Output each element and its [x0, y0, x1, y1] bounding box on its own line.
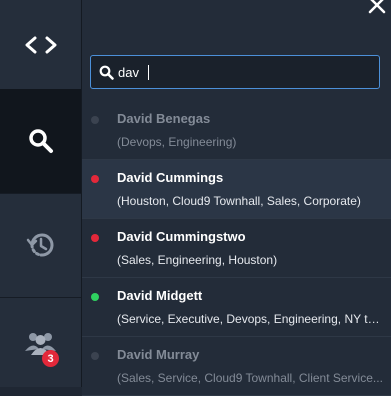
list-item[interactable]: David Midgett (Service, Executive, Devop…	[82, 278, 391, 337]
sidebar-item-people[interactable]: 3	[0, 297, 81, 387]
code-brackets-icon	[25, 36, 56, 53]
list-item[interactable]: David Murray (Sales, Service, Cloud9 Tow…	[82, 337, 391, 396]
search-input[interactable]: dav	[90, 55, 380, 89]
search-icon	[28, 129, 53, 153]
list-item[interactable]: David Cummingstwo (Sales, Engineering, H…	[82, 219, 391, 278]
history-icon	[26, 233, 53, 257]
contact-groups: (Sales, Engineering, Houston)	[117, 253, 278, 267]
contact-name: David Murray	[117, 347, 200, 362]
contact-name: David Benegas	[117, 111, 211, 126]
status-dot	[91, 116, 99, 124]
list-item[interactable]: David Cummings (Houston, Cloud9 Townhall…	[82, 160, 391, 219]
status-dot	[91, 352, 99, 360]
results-list: David Benegas (Devops, Engineering) Davi…	[82, 101, 391, 396]
search-icon	[99, 65, 114, 80]
status-dot	[91, 234, 99, 242]
list-item[interactable]: David Benegas (Devops, Engineering)	[82, 101, 391, 160]
close-icon[interactable]	[366, 0, 388, 16]
sidebar-item-history[interactable]	[0, 193, 81, 298]
contact-groups: (Devops, Engineering)	[117, 135, 237, 149]
search-query: dav	[118, 65, 139, 80]
search-panel: dav David Benegas (Devops, Engineering) …	[82, 0, 391, 396]
sidebar-item-code[interactable]	[0, 0, 81, 90]
notification-badge: 3	[42, 350, 59, 367]
contact-groups: (Service, Executive, Devops, Engineering…	[117, 312, 383, 326]
contact-groups: (Houston, Cloud9 Townhall, Sales, Corpor…	[117, 194, 361, 208]
contact-name: David Midgett	[117, 288, 203, 303]
contact-groups: (Sales, Service, Cloud9 Townhall, Client…	[117, 371, 383, 385]
sidebar-item-search[interactable]	[0, 89, 81, 194]
status-dot	[91, 175, 99, 183]
sidebar: 3	[0, 0, 82, 387]
contact-name: David Cummingstwo	[117, 229, 246, 244]
text-caret	[148, 65, 149, 80]
contact-name: David Cummings	[117, 170, 224, 185]
status-dot	[91, 293, 99, 301]
